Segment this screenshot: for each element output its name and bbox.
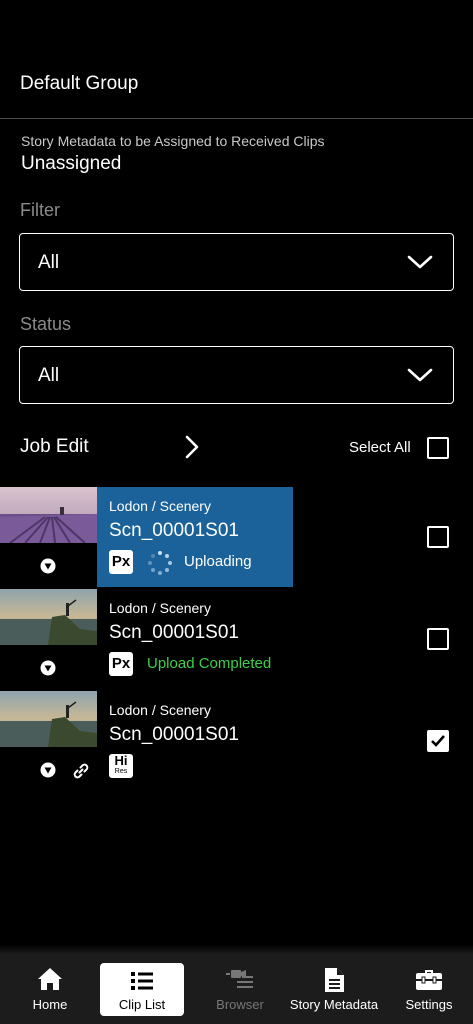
story-metadata-label: Story Metadata to be Assigned to Receive… bbox=[21, 133, 325, 149]
divider bbox=[0, 118, 473, 119]
clip-checkbox[interactable] bbox=[427, 730, 449, 752]
chevron-down-icon bbox=[407, 255, 433, 269]
chevron-down-icon bbox=[407, 368, 433, 382]
nav-clip-list-label: Clip List bbox=[118, 997, 166, 1012]
clip-row[interactable]: Lodon / Scenery Scn_00001S01 Hi Res bbox=[0, 691, 473, 791]
select-all-checkbox[interactable] bbox=[427, 437, 449, 459]
clip-status: Upload Completed bbox=[147, 655, 272, 672]
expand-down-icon[interactable] bbox=[40, 660, 56, 676]
bottom-navbar: Home Clip List Browser Story Metadata Se… bbox=[0, 954, 473, 1024]
nav-home[interactable]: Home bbox=[10, 954, 90, 1024]
checkmark-icon bbox=[431, 735, 445, 747]
filter-value: All bbox=[38, 252, 60, 273]
filter-label: Filter bbox=[20, 200, 60, 220]
chevron-right-icon[interactable] bbox=[183, 434, 201, 460]
clip-status: Uploading bbox=[184, 553, 252, 570]
nav-shadow bbox=[0, 944, 473, 954]
filter-select[interactable]: All bbox=[19, 233, 454, 291]
hi-res-badge-bottom: Res bbox=[114, 768, 128, 775]
clip-name: Scn_00001S01 bbox=[109, 622, 239, 643]
nav-settings-label: Settings bbox=[405, 997, 453, 1012]
document-icon bbox=[325, 968, 344, 992]
clip-thumbnail bbox=[0, 589, 97, 645]
nav-settings[interactable]: Settings bbox=[390, 954, 468, 1024]
group-title: Default Group bbox=[20, 73, 139, 94]
job-edit-label[interactable]: Job Edit bbox=[20, 436, 89, 458]
clip-row[interactable]: Lodon / Scenery Scn_00001S01 Px Uploadin… bbox=[0, 487, 473, 587]
spinner-icon bbox=[148, 551, 172, 575]
status-select[interactable]: All bbox=[19, 346, 454, 404]
list-icon bbox=[131, 972, 153, 990]
link-icon bbox=[73, 763, 89, 779]
nav-clip-list[interactable]: Clip List bbox=[100, 963, 184, 1016]
nav-home-label: Home bbox=[32, 997, 68, 1012]
proxy-badge-icon: Px bbox=[109, 652, 133, 676]
clip-name: Scn_00001S01 bbox=[109, 520, 239, 541]
expand-down-icon[interactable] bbox=[40, 558, 56, 574]
story-metadata-value[interactable]: Unassigned bbox=[21, 153, 121, 175]
nav-browser[interactable]: Browser bbox=[200, 954, 280, 1024]
nav-story-metadata-label: Story Metadata bbox=[289, 997, 379, 1012]
status-value: All bbox=[38, 365, 60, 386]
clip-thumbnail bbox=[0, 487, 97, 543]
clip-path: Lodon / Scenery bbox=[109, 600, 211, 616]
select-all-label[interactable]: Select All bbox=[349, 439, 411, 456]
home-icon bbox=[38, 968, 62, 990]
clip-path: Lodon / Scenery bbox=[109, 498, 211, 514]
clip-checkbox[interactable] bbox=[427, 526, 449, 548]
clip-row[interactable]: Lodon / Scenery Scn_00001S01 Px Upload C… bbox=[0, 589, 473, 689]
toolbox-icon bbox=[416, 970, 442, 990]
browser-icon bbox=[226, 970, 253, 988]
expand-down-icon[interactable] bbox=[40, 762, 56, 778]
hi-res-badge-icon: Hi Res bbox=[109, 754, 133, 778]
clip-checkbox[interactable] bbox=[427, 628, 449, 650]
clip-thumbnail bbox=[0, 691, 97, 747]
status-label: Status bbox=[20, 314, 72, 334]
nav-story-metadata[interactable]: Story Metadata bbox=[286, 954, 382, 1024]
proxy-badge-icon: Px bbox=[109, 550, 133, 574]
clip-name: Scn_00001S01 bbox=[109, 724, 239, 745]
hi-res-badge-top: Hi bbox=[114, 753, 128, 768]
clip-path: Lodon / Scenery bbox=[109, 702, 211, 718]
nav-browser-label: Browser bbox=[216, 997, 264, 1012]
